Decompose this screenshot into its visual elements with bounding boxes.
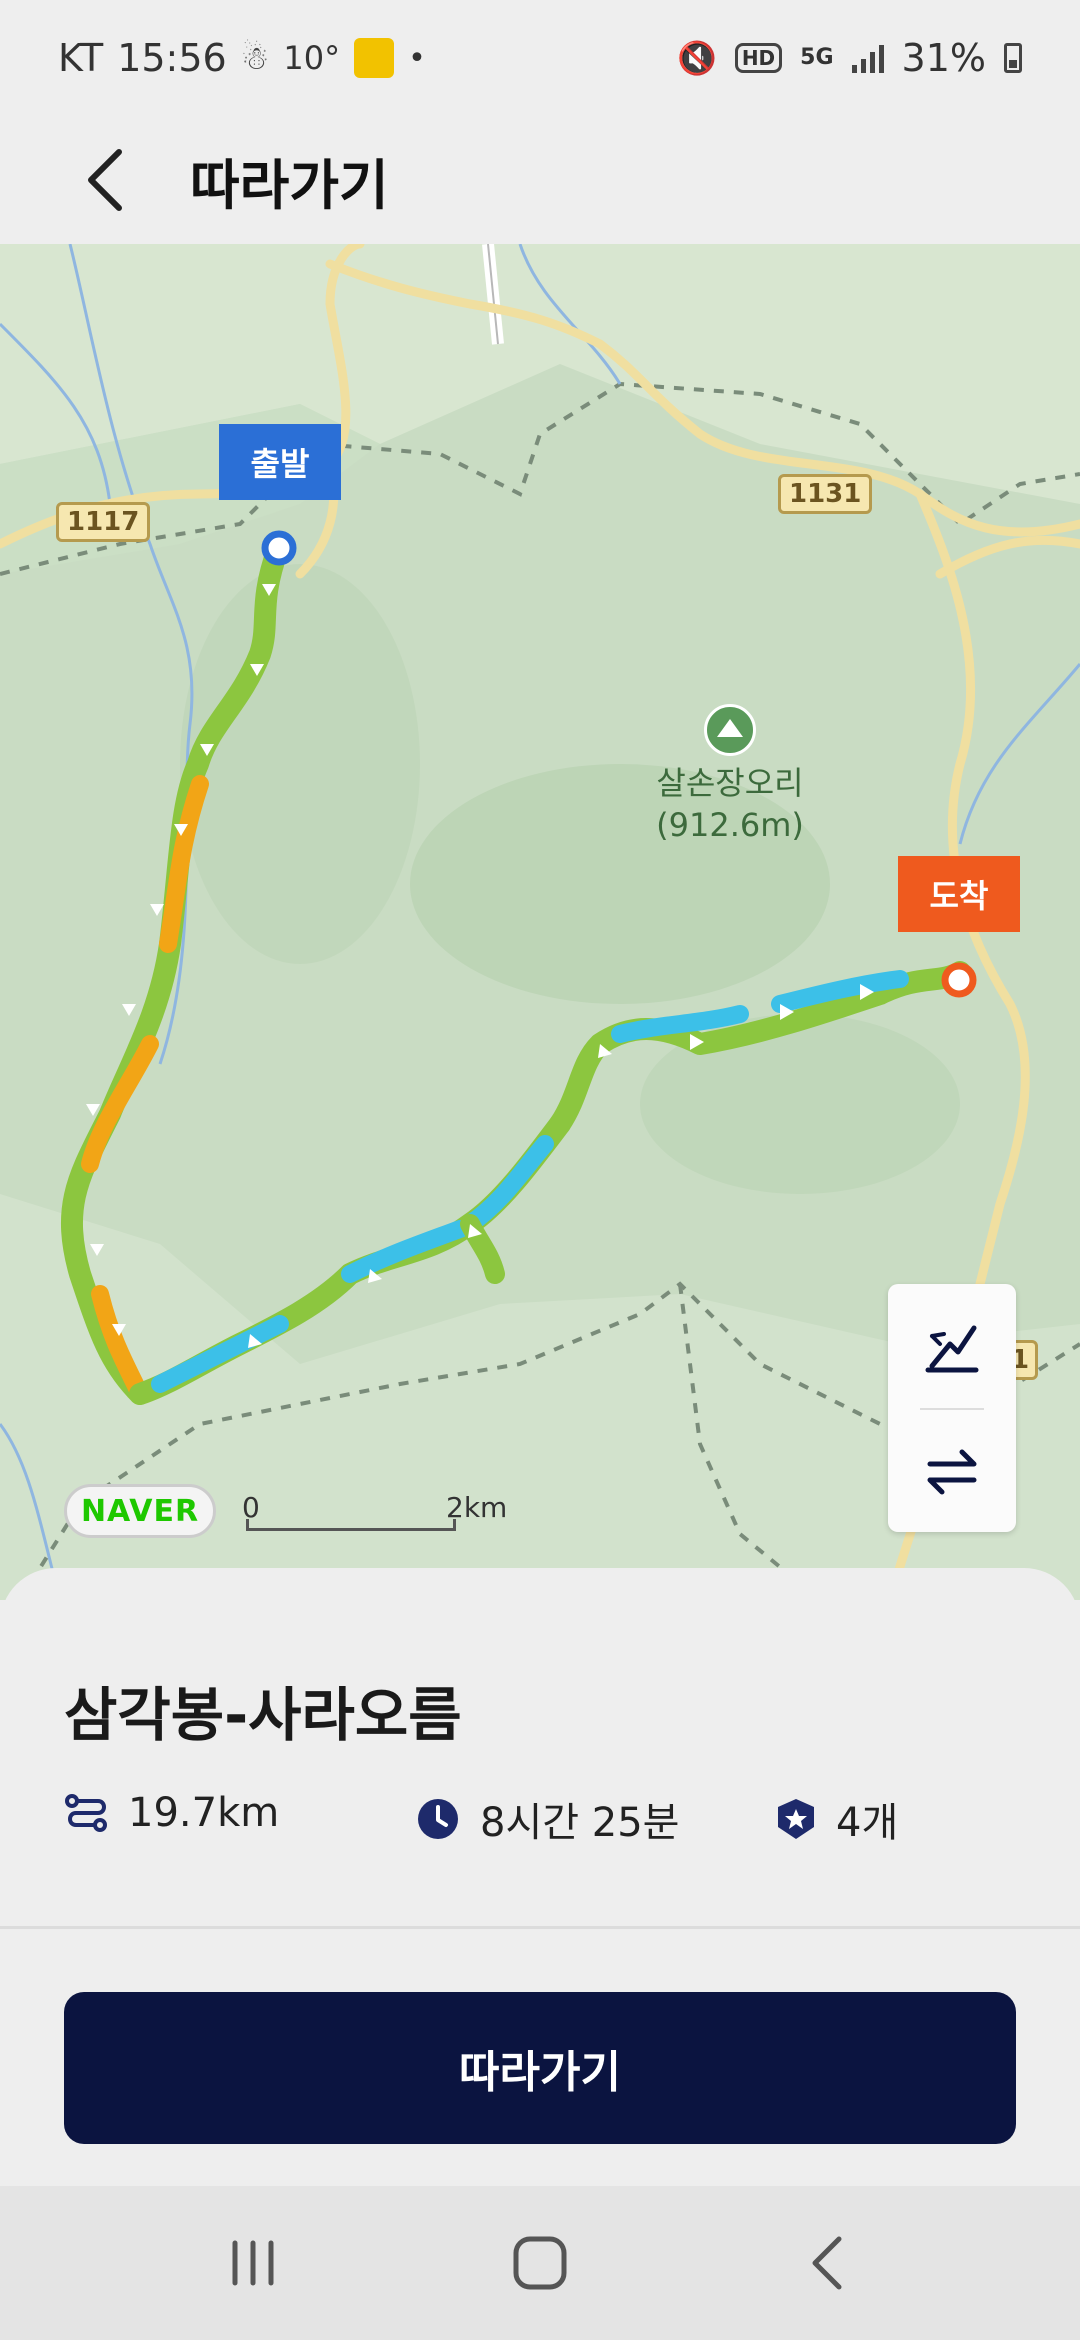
hd-badge: HD — [734, 43, 783, 73]
route-map[interactable]: 출발 도착 1117 1131 1 살손장오리 (912.6m) NAVER 0… — [0, 244, 1080, 1600]
sheet-divider — [0, 1926, 1080, 1929]
start-marker[interactable]: 출발 — [219, 424, 341, 500]
page-title: 따라가기 — [190, 153, 389, 217]
status-left: KT 15:56 ☃ 10° • — [58, 36, 426, 80]
clock-text: 15:56 — [117, 36, 227, 80]
elevation-toggle-button[interactable] — [888, 1284, 1016, 1408]
battery-icon — [1004, 43, 1022, 73]
system-back-button[interactable] — [767, 2213, 887, 2313]
elevation-icon — [925, 1325, 979, 1373]
home-button[interactable] — [480, 2213, 600, 2313]
network-type: 5G — [800, 45, 834, 70]
swap-arrows-icon — [927, 1449, 977, 1495]
signal-icon — [851, 43, 884, 73]
stamp-count: 4개 — [836, 1800, 899, 1846]
battery-text: 31% — [901, 36, 986, 80]
scale-bar — [246, 1519, 456, 1531]
peak-name: 살손장오리 — [656, 764, 804, 802]
status-bar: KT 15:56 ☃ 10° • 🔇 HD 5G 31% — [0, 0, 1080, 116]
back-button[interactable] — [50, 125, 160, 235]
scale-end-label: 2km — [446, 1491, 508, 1524]
weather-icon: ☃ — [240, 39, 270, 77]
course-stats: 19.7km 8시간 25분 4개 — [64, 1790, 1024, 1850]
peak-label[interactable]: 살손장오리 (912.6m) — [630, 704, 830, 846]
chevron-left-icon — [88, 149, 122, 211]
recent-apps-icon — [232, 2240, 274, 2286]
status-right: 🔇 HD 5G 31% — [677, 36, 1022, 80]
more-notifications-dot: • — [408, 40, 426, 76]
route-distance-icon — [65, 1794, 107, 1832]
home-icon — [513, 2236, 567, 2290]
map-controls — [888, 1284, 1016, 1532]
recent-apps-button[interactable] — [193, 2213, 313, 2313]
end-marker[interactable]: 도착 — [898, 856, 1020, 932]
course-title: 삼각봉-사라오름 — [64, 1681, 462, 1749]
naver-logo: NAVER — [64, 1484, 216, 1538]
distance-stat: 19.7km — [64, 1790, 279, 1836]
app-header: 따라가기 — [0, 116, 1080, 244]
temperature-text: 10° — [283, 39, 341, 77]
map-scale: 0 2km — [242, 1491, 507, 1539]
stamp-stat: 4개 — [776, 1790, 898, 1848]
road-number-badge: 1117 — [56, 502, 151, 542]
stamp-badge-icon — [778, 1799, 814, 1839]
duration-value: 8시간 25분 — [480, 1800, 680, 1846]
reverse-direction-button[interactable] — [888, 1410, 1016, 1534]
clock-icon — [418, 1799, 458, 1839]
distance-value: 19.7km — [128, 1790, 280, 1836]
chevron-left-icon — [812, 2236, 842, 2290]
mute-icon: 🔇 — [676, 39, 717, 77]
mountain-icon — [704, 704, 756, 756]
carrier-text: KT — [58, 36, 104, 80]
app-notification-icon — [354, 38, 395, 78]
scale-start-label: 0 — [242, 1491, 260, 1524]
road-number-badge: 1131 — [778, 474, 873, 514]
peak-elevation: (912.6m) — [656, 806, 804, 844]
system-nav-bar — [0, 2186, 1080, 2340]
duration-stat: 8시간 25분 — [416, 1790, 679, 1848]
follow-button[interactable]: 따라가기 — [64, 1992, 1016, 2144]
